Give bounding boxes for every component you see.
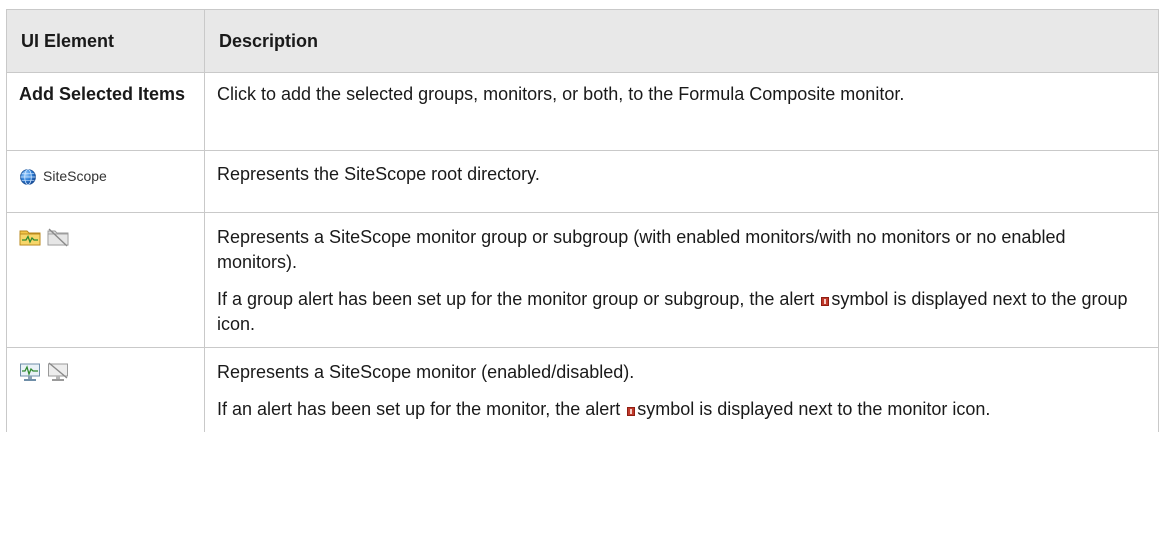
description-text: Represents the SiteScope root directory.	[217, 164, 540, 184]
header-ui-element: UI Element	[6, 9, 205, 73]
ui-element-cell: SiteScope	[6, 150, 205, 213]
table-row: Add Selected Items Click to add the sele…	[6, 72, 1159, 151]
monitor-icons	[19, 360, 194, 382]
alert-note-before: If an alert has been set up for the moni…	[217, 399, 621, 419]
alert-note: If an alert has been set up for the moni…	[217, 397, 1148, 422]
description-text: Represents a SiteScope monitor group or …	[217, 227, 1066, 272]
alert-icon	[821, 297, 830, 306]
ui-element-cell	[6, 347, 205, 432]
ui-element-name: Add Selected Items	[6, 72, 205, 151]
description-cell: Represents a SiteScope monitor group or …	[204, 212, 1159, 348]
monitor-enabled-icon	[20, 363, 40, 381]
monitor-disabled-icon	[48, 362, 68, 381]
table-row: SiteScope Represents the SiteScope root …	[6, 150, 1159, 213]
description-cell: Represents a SiteScope monitor (enabled/…	[204, 347, 1159, 432]
table-row: Represents a SiteScope monitor group or …	[6, 212, 1159, 348]
description-text: Click to add the selected groups, monito…	[217, 84, 905, 104]
table-row: Represents a SiteScope monitor (enabled/…	[6, 347, 1159, 432]
description-text: Represents a SiteScope monitor (enabled/…	[217, 362, 635, 382]
table-header-row: UI Element Description	[6, 9, 1159, 73]
sitescope-root-label: SiteScope	[43, 168, 107, 184]
alert-note: If a group alert has been set up for the…	[217, 287, 1148, 337]
ui-element-cell	[6, 212, 205, 348]
globe-icon	[20, 168, 36, 185]
description-cell: Represents the SiteScope root directory.	[204, 150, 1159, 213]
ui-elements-table: UI Element Description Add Selected Item…	[6, 9, 1159, 432]
sitescope-root-node: SiteScope	[19, 162, 194, 189]
alert-icon	[627, 407, 636, 416]
group-disabled-icon	[47, 228, 69, 247]
group-enabled-icon	[19, 230, 41, 246]
group-icons	[19, 225, 194, 247]
header-description: Description	[204, 9, 1159, 73]
description-cell: Click to add the selected groups, monito…	[204, 72, 1159, 151]
alert-note-before: If a group alert has been set up for the…	[217, 289, 815, 309]
alert-note-after: symbol is displayed next to the monitor …	[637, 399, 991, 419]
